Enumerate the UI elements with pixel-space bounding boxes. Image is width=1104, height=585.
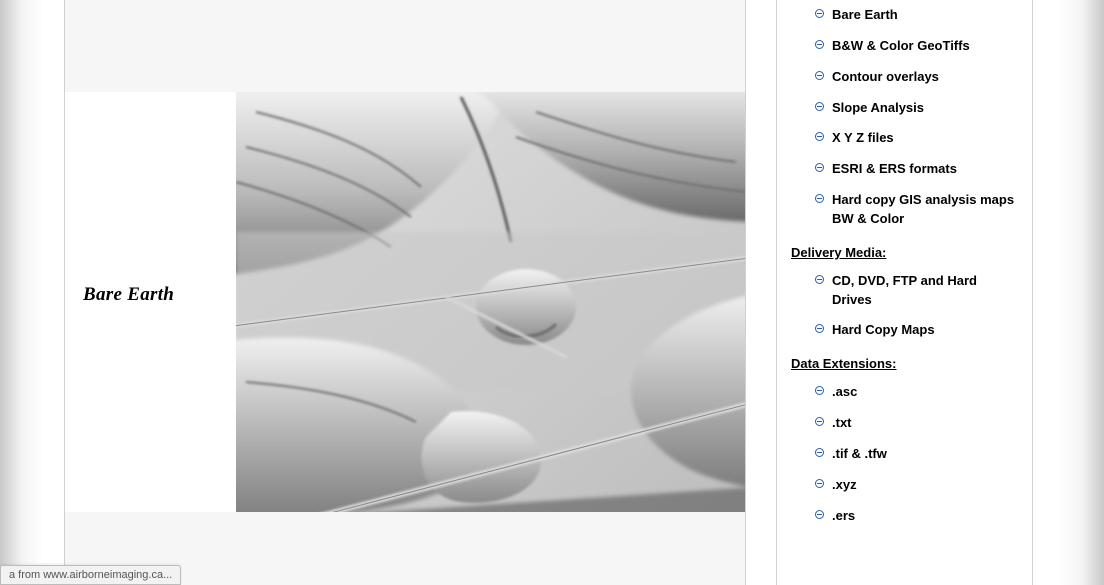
product-item[interactable]: Contour overlays — [777, 62, 1032, 93]
extension-item[interactable]: .txt — [777, 408, 1032, 439]
delivery-list: CD, DVD, FTP and Hard Drives Hard Copy Ma… — [777, 266, 1032, 347]
bullet-icon — [815, 9, 824, 18]
product-label: Contour overlays — [832, 69, 939, 84]
delivery-label: Hard Copy Maps — [832, 322, 935, 337]
product-item[interactable]: B&W & Color GeoTiffs — [777, 31, 1032, 62]
extensions-heading: Data Extensions: — [777, 346, 1032, 377]
bullet-icon — [815, 163, 824, 172]
image-card: Bare Earth — [65, 92, 745, 512]
bullet-icon — [815, 448, 824, 457]
product-item[interactable]: Hard copy GIS analysis maps BW & Color — [777, 185, 1032, 235]
delivery-label: CD, DVD, FTP and Hard Drives — [832, 273, 977, 307]
bullet-icon — [815, 40, 824, 49]
product-item[interactable]: X Y Z files — [777, 123, 1032, 154]
delivery-item[interactable]: Hard Copy Maps — [777, 315, 1032, 346]
extension-label: .txt — [832, 415, 852, 430]
browser-status-bar: a from www.airborneimaging.ca... — [0, 565, 181, 585]
product-label: Bare Earth — [832, 7, 898, 22]
product-label: X Y Z files — [832, 130, 894, 145]
bullet-icon — [815, 275, 824, 284]
product-item[interactable]: ESRI & ERS formats — [777, 154, 1032, 185]
bullet-icon — [815, 132, 824, 141]
bullet-icon — [815, 102, 824, 111]
product-label: ESRI & ERS formats — [832, 161, 957, 176]
extension-item[interactable]: .ers — [777, 501, 1032, 532]
product-label: Slope Analysis — [832, 100, 924, 115]
product-label: B&W & Color GeoTiffs — [832, 38, 970, 53]
products-list: Bare Earth B&W & Color GeoTiffs Contour ov… — [777, 0, 1032, 235]
sidebar: Bare Earth B&W & Color GeoTiffs Contour ov… — [776, 0, 1033, 585]
extension-item[interactable]: .asc — [777, 377, 1032, 408]
product-item[interactable]: Slope Analysis — [777, 93, 1032, 124]
bullet-icon — [815, 479, 824, 488]
bullet-icon — [815, 510, 824, 519]
content-column: Bare Earth — [64, 0, 746, 585]
delivery-heading: Delivery Media: — [777, 235, 1032, 266]
bullet-icon — [815, 324, 824, 333]
extension-label: .xyz — [832, 477, 857, 492]
terrain-image — [236, 92, 745, 512]
extension-label: .ers — [832, 508, 855, 523]
extension-label: .tif & .tfw — [832, 446, 887, 461]
image-label: Bare Earth — [83, 284, 174, 306]
status-text: a from www.airborneimaging.ca... — [9, 569, 172, 581]
product-item[interactable]: Bare Earth — [777, 0, 1032, 31]
extension-label: .asc — [832, 384, 857, 399]
bullet-icon — [815, 417, 824, 426]
bullet-icon — [815, 194, 824, 203]
extension-item[interactable]: .tif & .tfw — [777, 439, 1032, 470]
delivery-item[interactable]: CD, DVD, FTP and Hard Drives — [777, 266, 1032, 316]
bullet-icon — [815, 71, 824, 80]
bullet-icon — [815, 386, 824, 395]
extension-item[interactable]: .xyz — [777, 470, 1032, 501]
extensions-list: .asc .txt .tif & .tfw .xyz .ers — [777, 377, 1032, 531]
product-label: Hard copy GIS analysis maps BW & Color — [832, 192, 1014, 226]
